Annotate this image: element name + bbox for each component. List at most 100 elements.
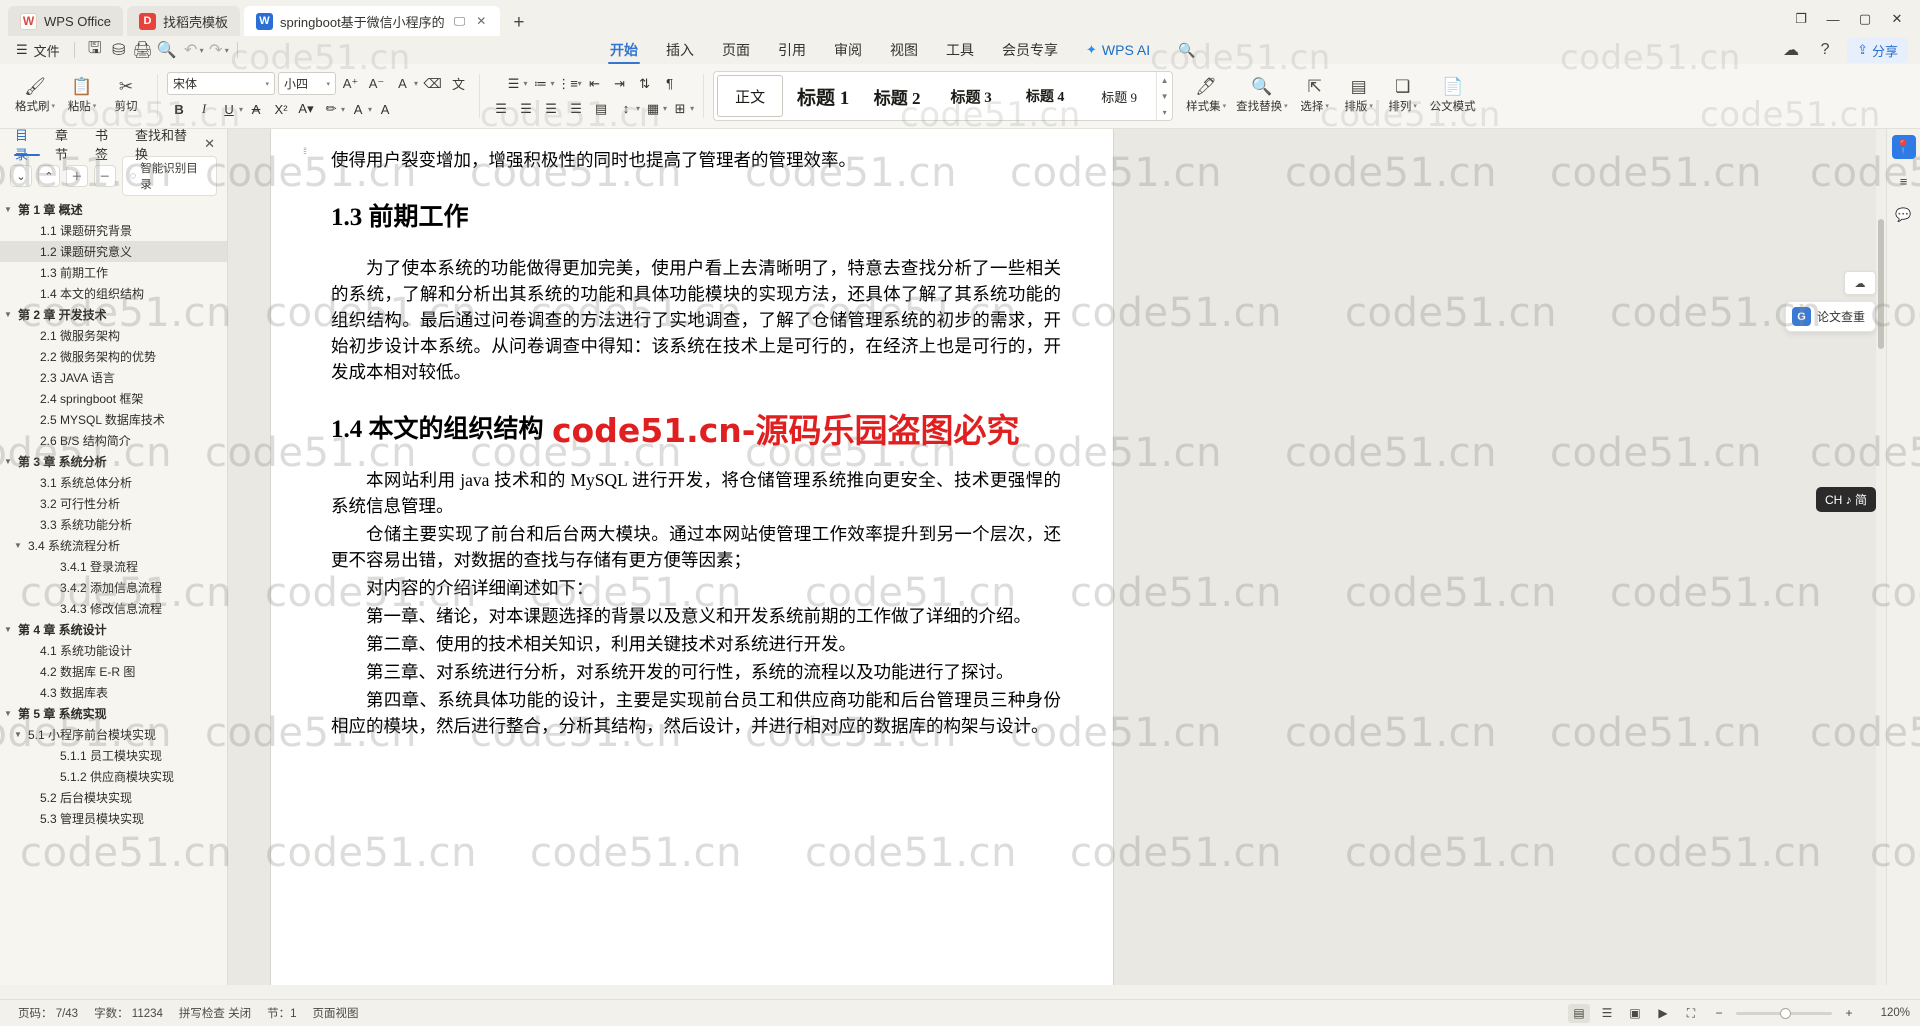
toc-item[interactable]: 2.6 B/S 结构简介	[0, 430, 227, 451]
collapse-up-icon[interactable]: ⌃	[37, 165, 60, 187]
paragraph-handle-icon[interactable]: ⁞⁞	[303, 147, 311, 156]
toc-item[interactable]: ▼ 3.4 系统流程分析	[0, 535, 227, 556]
comment-icon[interactable]: 💬	[1892, 203, 1916, 227]
toc-item[interactable]: 5.1.1 员工模块实现	[0, 745, 227, 766]
toc-item[interactable]: 1.2 课题研究意义	[0, 241, 227, 262]
document-paragraph[interactable]: 对内容的介绍详细阐述如下：	[331, 575, 1061, 601]
toc-item[interactable]: 3.1 系统总体分析	[0, 472, 227, 493]
toc-item[interactable]: ▼ 第 4 章 系统设计	[0, 619, 227, 640]
superscript-button[interactable]: X²	[269, 98, 293, 120]
chevron-down-icon[interactable]: ▼	[4, 625, 12, 634]
toc-item[interactable]: 4.3 数据库表	[0, 682, 227, 703]
restore-layout-icon[interactable]: ❐	[1786, 6, 1816, 32]
page-info[interactable]: 页码： 7/43	[10, 1005, 86, 1021]
line-spacing-icon[interactable]: ↕	[614, 98, 638, 120]
decrease-indent-icon[interactable]: ⇤	[583, 73, 607, 95]
align-justify-icon[interactable]: ☰	[564, 98, 588, 120]
fullscreen-icon[interactable]: ⛶	[1680, 1004, 1702, 1023]
document-body[interactable]: 使得用户裂变增加，增强积极性的同时也提高了管理者的管理效率。 1.3 前期工作 为了…	[271, 129, 1113, 739]
document-paragraph[interactable]: 第四章、系统具体功能的设计，主要是实现前台员工和供应商功能和后台管理员三种身份相…	[331, 687, 1061, 739]
toc-item[interactable]: 4.1 系统功能设计	[0, 640, 227, 661]
toc-item[interactable]: 3.4.3 修改信息流程	[0, 598, 227, 619]
italic-button[interactable]: I	[192, 98, 216, 120]
toc-item[interactable]: 5.2 后台模块实现	[0, 787, 227, 808]
paste-button[interactable]: 📋 粘贴 ▾	[60, 68, 104, 124]
sidebar-tab-find-replace[interactable]: 查找和替换	[128, 128, 202, 162]
borders-icon[interactable]: ⊞	[668, 98, 692, 120]
zoom-slider[interactable]	[1736, 1007, 1832, 1019]
underline-button[interactable]: U	[217, 98, 241, 120]
menu-tab-view[interactable]: 视图	[876, 36, 932, 64]
toc-item[interactable]: 2.2 微服务架构的优势	[0, 346, 227, 367]
scroll-up-icon[interactable]: ▲	[1161, 76, 1169, 85]
section-info[interactable]: 节：1	[259, 1005, 304, 1021]
zoom-in-button[interactable]: +	[1838, 1004, 1860, 1023]
menu-tab-reference[interactable]: 引用	[764, 36, 820, 64]
vertical-scrollbar[interactable]	[1876, 129, 1886, 985]
chevron-down-icon[interactable]: ▼	[4, 310, 12, 319]
page-up-button[interactable]: ☁	[1844, 271, 1876, 295]
spell-check-status[interactable]: 拼写检查 关闭	[171, 1005, 259, 1021]
tab-wps-office[interactable]: W WPS Office	[8, 6, 123, 36]
toc-item[interactable]: 2.3 JAVA 语言	[0, 367, 227, 388]
arrange-button[interactable]: ❏ 排列 ▾	[1381, 68, 1425, 124]
document-paragraph[interactable]: 第三章、对系统进行分析，对系统开发的可行性，系统的流程以及功能进行了探讨。	[331, 659, 1061, 685]
toc-item[interactable]: 4.2 数据库 E-R 图	[0, 661, 227, 682]
document-paragraph[interactable]: 第二章、使用的技术相关知识，利用关键技术对系统进行开发。	[331, 631, 1061, 657]
ime-indicator[interactable]: CH ♪ 简	[1815, 487, 1876, 512]
font-size-select[interactable]: 小四 ▾	[278, 72, 337, 95]
chevron-down-icon[interactable]: ▾	[636, 104, 640, 113]
menu-tab-tools[interactable]: 工具	[932, 36, 988, 64]
document-paragraph[interactable]: 第一章、绪论，对本课题选择的背景以及意义和开发系统前期的工作做了详细的介绍。	[331, 603, 1061, 629]
align-right-icon[interactable]: ☰	[539, 98, 563, 120]
styles-scroll-controls[interactable]: ▲ ▼ ▾	[1156, 72, 1172, 120]
toc-item[interactable]: 2.1 微服务架构	[0, 325, 227, 346]
read-view-icon[interactable]: ▶	[1652, 1004, 1674, 1023]
scroll-down-icon[interactable]: ▼	[1161, 92, 1169, 101]
toc-item[interactable]: 1.3 前期工作	[0, 262, 227, 283]
view-mode-label[interactable]: 页面视图	[305, 1005, 367, 1021]
file-menu-button[interactable]: ☰ 文件	[10, 41, 66, 60]
toc-item[interactable]: 5.1.2 供应商模块实现	[0, 766, 227, 787]
toc-item[interactable]: 1.1 课题研究背景	[0, 220, 227, 241]
document-paragraph[interactable]: 本网站利用 java 技术和的 MySQL 进行开发，将仓储管理系统推向更安全、…	[331, 467, 1061, 519]
toc-item[interactable]: 3.4.1 登录流程	[0, 556, 227, 577]
page-view-icon[interactable]: ▤	[1568, 1003, 1590, 1023]
increase-level-icon[interactable]: ＋	[65, 165, 88, 187]
distribute-icon[interactable]: ▤	[589, 98, 613, 120]
expand-down-icon[interactable]: ⌄	[10, 165, 32, 187]
search-icon[interactable]: 🔍	[1164, 36, 1209, 64]
bold-button[interactable]: B	[167, 98, 191, 120]
subscript-button[interactable]: A▾	[294, 98, 318, 120]
location-pin-icon[interactable]: 📍	[1891, 135, 1916, 159]
font-color-button[interactable]: A	[346, 98, 370, 120]
format-painter-button[interactable]: 🖌 格式刷 ▾	[10, 68, 60, 124]
toc-item[interactable]: 3.4.2 添加信息流程	[0, 577, 227, 598]
style-item-heading3[interactable]: 标题 3	[934, 72, 1008, 120]
document-page[interactable]: 使得用户裂变增加，增强积极性的同时也提高了管理者的管理效率。 1.3 前期工作 为了…	[271, 129, 1113, 985]
menu-tab-wps-ai[interactable]: ✦ WPS AI	[1072, 36, 1164, 64]
word-count[interactable]: 字数： 11234	[86, 1005, 171, 1021]
cloud-sync-icon[interactable]: ☁	[1779, 39, 1803, 61]
print-preview-icon[interactable]: 🔍	[155, 39, 179, 61]
tab-springboot-doc[interactable]: W springboot基于微信小程序的 🖵 ✕	[243, 6, 501, 36]
close-icon[interactable]: ✕	[204, 136, 219, 152]
web-view-icon[interactable]: ▣	[1624, 1004, 1646, 1023]
document-paragraph[interactable]: 仓储主要实现了前台和后台两大模块。通过本网站使管理工作效率提升到另一个层次，还更…	[331, 521, 1061, 573]
chevron-down-icon[interactable]: ▾	[239, 105, 243, 114]
text-effects-icon[interactable]: A	[391, 73, 414, 95]
chevron-down-icon[interactable]: ▼	[14, 541, 22, 550]
chevron-down-icon[interactable]: ▼	[4, 709, 12, 718]
zoom-level[interactable]: 120%	[1866, 1007, 1910, 1019]
multilevel-list-icon[interactable]: ⋮≡	[556, 73, 580, 95]
bullets-icon[interactable]: ☰	[502, 73, 526, 95]
close-icon[interactable]: ✕	[1882, 6, 1912, 32]
document-paragraph[interactable]: 为了使本系统的功能做得更加完美，使用户看上去清晰明了，特意去查找分析了一些相关的…	[331, 255, 1061, 385]
style-item-body[interactable]: 正文	[717, 75, 784, 117]
sort-icon[interactable]: ⇅	[633, 73, 657, 95]
toc-item[interactable]: ▼ 5.1 小程序前台模块实现	[0, 724, 227, 745]
toc-item[interactable]: 3.2 可行性分析	[0, 493, 227, 514]
save-icon[interactable]: 🖫	[83, 39, 107, 61]
toc-item[interactable]: 2.5 MYSQL 数据库技术	[0, 409, 227, 430]
grow-font-icon[interactable]: A⁺	[339, 73, 362, 95]
